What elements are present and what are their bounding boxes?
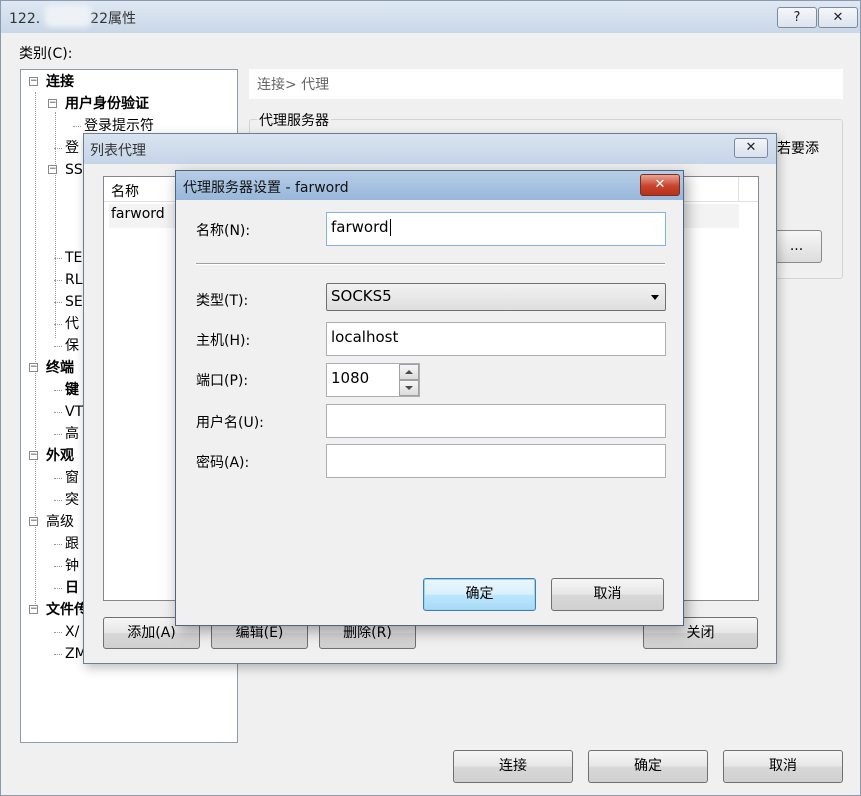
proxy-name-cell: farword [111, 206, 165, 222]
tree-node[interactable]: 突 [65, 490, 79, 510]
type-label: 类型(T): [196, 293, 249, 309]
tree-node[interactable]: VT [65, 402, 83, 422]
main-ok-button[interactable]: 确定 [588, 750, 708, 783]
username-input[interactable] [326, 404, 666, 438]
tree-node[interactable]: X/ [65, 622, 79, 642]
host-input[interactable]: localhost [326, 322, 666, 356]
collapse-icon[interactable]: − [29, 363, 38, 372]
host-label: 主机(H): [196, 333, 251, 349]
tree-node[interactable]: 键 [65, 380, 79, 400]
hint-text: 若要添 [777, 141, 819, 157]
column-header-name[interactable]: 名称 [111, 181, 139, 201]
proxy-settings-title-bar[interactable]: 代理服务器设置 - farword ✕ [176, 171, 683, 200]
redacted-address [45, 5, 91, 27]
tree-node[interactable]: 代 [65, 314, 79, 334]
tree-node[interactable]: 保 [65, 336, 79, 356]
breadcrumb: 连接> 代理 [249, 69, 843, 99]
proxy-settings-title: 代理服务器设置 - farword [183, 180, 349, 196]
collapse-icon[interactable]: − [29, 77, 38, 86]
text-caret [389, 219, 391, 236]
tree-node[interactable]: 日 [65, 578, 79, 598]
tree-node[interactable]: 登 [65, 138, 79, 158]
tree-node[interactable]: 钟 [65, 556, 79, 576]
divider [196, 263, 665, 265]
tree-node[interactable]: TE [65, 248, 82, 268]
password-input[interactable] [326, 444, 666, 478]
window-close-button[interactable]: ✕ [818, 7, 858, 28]
tree-node[interactable]: SE [65, 292, 83, 312]
tree-node[interactable]: 文件传 [46, 600, 88, 620]
port-label: 端口(P): [196, 373, 249, 389]
browse-button[interactable]: ... [771, 230, 822, 263]
category-label: 类别(C): [19, 46, 73, 62]
tree-node[interactable]: 用户身份验证 [65, 94, 149, 114]
name-label: 名称(N): [196, 223, 251, 239]
main-cancel-button[interactable]: 取消 [723, 750, 843, 783]
help-button[interactable]: ? [777, 7, 817, 28]
port-spinner[interactable] [399, 364, 419, 396]
name-input[interactable]: farword [326, 212, 666, 246]
collapse-icon[interactable]: − [29, 451, 38, 460]
collapse-icon[interactable]: − [29, 605, 38, 614]
collapse-icon[interactable]: − [29, 517, 38, 526]
tree-node[interactable]: 高 [65, 424, 79, 444]
tree-node[interactable]: 窗 [65, 468, 79, 488]
proxy-group-title: 代理服务器 [257, 110, 331, 130]
dropdown-arrow-icon [651, 295, 659, 300]
type-select[interactable]: SOCKS5 [326, 283, 666, 311]
proxy-settings-close-icon[interactable]: ✕ [640, 174, 680, 196]
proxy-settings-dialog: 代理服务器设置 - farword ✕ 名称(N): farword 类型(T)… [175, 170, 684, 626]
collapse-icon[interactable]: − [48, 165, 57, 174]
list-proxy-title-bar[interactable]: 列表代理 ✕ [84, 134, 776, 164]
tree-node[interactable]: RL [65, 270, 83, 290]
password-label: 密码(A): [196, 455, 250, 471]
username-label: 用户名(U): [196, 415, 264, 431]
proxy-cancel-button[interactable]: 取消 [551, 578, 664, 611]
tree-node[interactable]: SS [65, 160, 83, 180]
collapse-icon[interactable]: − [48, 99, 57, 108]
proxy-ok-button[interactable]: 确定 [423, 578, 536, 611]
tree-node[interactable]: 连接 [46, 72, 74, 92]
tree-node[interactable]: 跟 [65, 534, 79, 554]
tree-node[interactable]: 外观 [46, 446, 74, 466]
spin-down-icon[interactable] [399, 380, 419, 396]
list-proxy-title: 列表代理 [90, 143, 146, 159]
list-proxy-close-icon[interactable]: ✕ [734, 138, 768, 158]
spin-up-icon[interactable] [399, 364, 419, 380]
tree-node[interactable]: 终端 [46, 358, 74, 378]
tree-node[interactable]: 高级 [46, 512, 74, 532]
connect-button[interactable]: 连接 [453, 750, 573, 783]
properties-title-bar[interactable]: 122. 22属性 ? ✕ [1, 1, 860, 33]
